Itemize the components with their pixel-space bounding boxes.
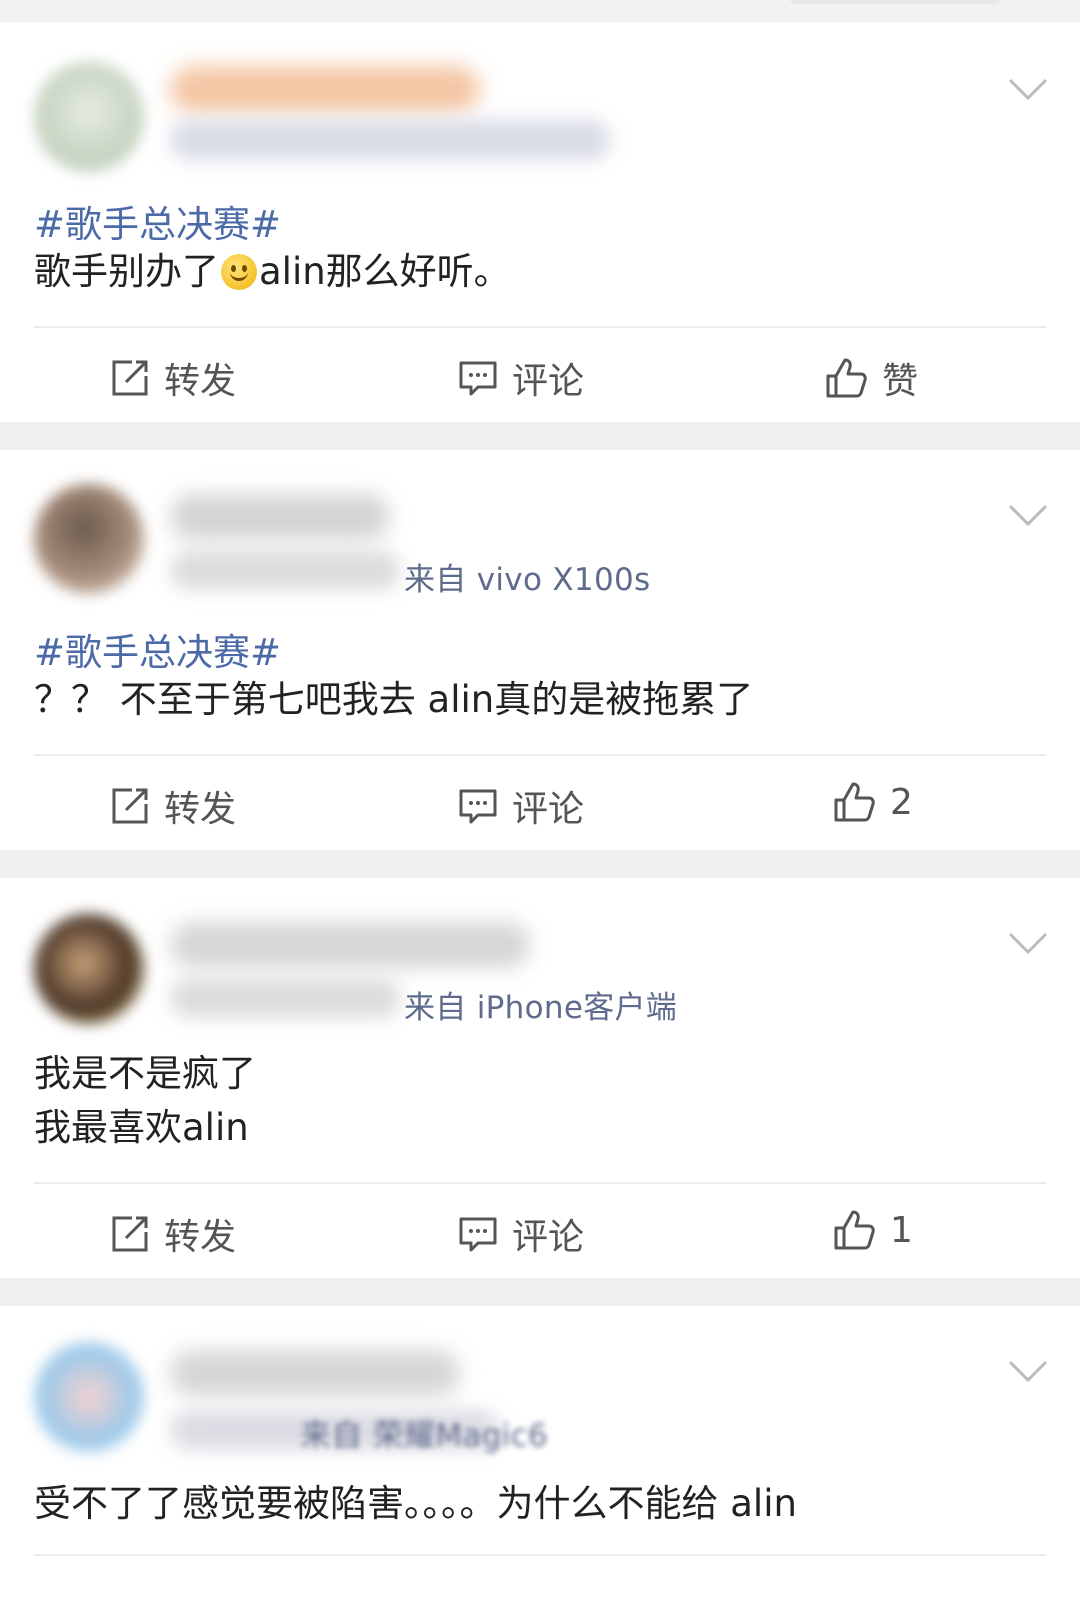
- comment-button[interactable]: 评论: [458, 1208, 584, 1260]
- post-meta-blurred: [170, 120, 610, 160]
- repost-button[interactable]: 转发: [110, 780, 236, 832]
- username-blurred[interactable]: [170, 922, 530, 968]
- avatar[interactable]: [34, 484, 144, 594]
- post-source: 来自 vivo X100s: [404, 562, 651, 598]
- username-blurred[interactable]: [170, 66, 480, 112]
- comment-icon: [459, 1217, 497, 1252]
- comment-button[interactable]: 评论: [458, 780, 584, 832]
- repost-button[interactable]: 转发: [110, 352, 236, 404]
- comment-icon: [459, 361, 497, 396]
- post-text-line: 我是不是疯了: [34, 1052, 256, 1095]
- post-card[interactable]: #歌手总决赛# 歌手别办了 alin那么好听。 转发 评论 赞: [0, 22, 1080, 422]
- chevron-down-icon[interactable]: [1006, 928, 1050, 958]
- like-label: 赞: [882, 361, 919, 402]
- card-gap: [0, 422, 1080, 450]
- repost-label: 转发: [164, 1217, 237, 1258]
- like-button[interactable]: 1: [832, 1208, 913, 1252]
- like-button[interactable]: 赞: [824, 352, 918, 404]
- like-icon: [834, 1210, 875, 1250]
- repost-icon: [112, 1216, 148, 1252]
- chevron-down-icon[interactable]: [1006, 500, 1050, 530]
- post-meta-blurred: [170, 550, 400, 590]
- divider: [34, 1554, 1046, 1556]
- repost-icon: [112, 360, 148, 396]
- post-text-part: 歌手别办了: [34, 250, 219, 293]
- divider: [34, 326, 1046, 328]
- post-meta-blurred: [170, 978, 400, 1018]
- repost-icon: [112, 788, 148, 824]
- post-card[interactable]: 来自 荣耀Magic6 受不了了感觉要被陷害。。。。为什么不能给 alin: [0, 1306, 1080, 1618]
- comment-label: 评论: [512, 789, 585, 830]
- topic-hashtag[interactable]: #歌手总决赛#: [34, 622, 281, 676]
- divider: [34, 1182, 1046, 1184]
- comment-icon: [459, 789, 497, 824]
- repost-label: 转发: [164, 361, 237, 402]
- post-text-line: 我最喜欢alin: [34, 1106, 249, 1149]
- post-source: 来自 iPhone客户端: [404, 990, 678, 1026]
- like-button[interactable]: 2: [832, 780, 913, 824]
- avatar[interactable]: [34, 1342, 144, 1452]
- comment-label: 评论: [512, 1217, 585, 1258]
- post-source: 来自 荣耀Magic6: [300, 1418, 548, 1454]
- avatar[interactable]: [34, 914, 144, 1024]
- username-blurred[interactable]: [170, 1350, 460, 1396]
- chevron-down-icon[interactable]: [1006, 1356, 1050, 1386]
- repost-label: 转发: [164, 789, 237, 830]
- comment-label: 评论: [512, 361, 585, 402]
- like-count: 1: [890, 1209, 913, 1251]
- like-icon: [826, 358, 867, 398]
- top-pill: [790, 0, 1000, 4]
- card-gap: [0, 850, 1080, 878]
- avatar[interactable]: [34, 62, 144, 172]
- post-text: ？？ 不至于第七吧我去 alin真的是被拖累了: [34, 678, 754, 721]
- chevron-down-icon[interactable]: [1006, 74, 1050, 104]
- repost-button[interactable]: 转发: [110, 1208, 236, 1260]
- post-text: 歌手别办了 alin那么好听。: [34, 244, 511, 300]
- post-text-part: alin那么好听。: [259, 250, 511, 293]
- comment-button[interactable]: 评论: [458, 352, 584, 404]
- top-strip: [0, 0, 1080, 22]
- card-gap: [0, 1278, 1080, 1306]
- post-card[interactable]: 来自 vivo X100s #歌手总决赛# ？？ 不至于第七吧我去 alin真的…: [0, 450, 1080, 850]
- post-card[interactable]: 来自 iPhone客户端 我是不是疯了 我最喜欢alin 转发 评论 1: [0, 878, 1080, 1278]
- divider: [34, 754, 1046, 756]
- topic-hashtag[interactable]: #歌手总决赛#: [34, 194, 281, 248]
- like-icon: [834, 782, 875, 822]
- post-text: 受不了了感觉要被陷害。。。。为什么不能给 alin: [34, 1482, 797, 1525]
- username-blurred[interactable]: [170, 494, 390, 540]
- smiley-emoji-icon: [221, 254, 257, 290]
- like-count: 2: [890, 781, 913, 823]
